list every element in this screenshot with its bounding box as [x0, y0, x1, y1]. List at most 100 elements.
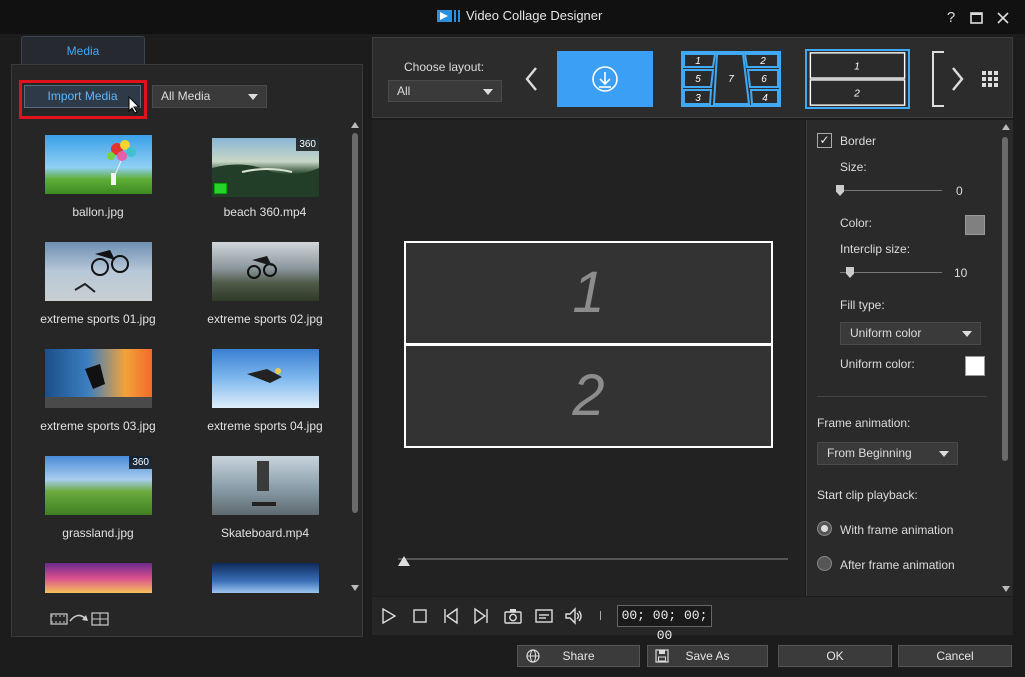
media-label-extreme-01: extreme sports 01.jpg [40, 312, 156, 326]
media-thumb-extreme-02[interactable] [212, 242, 319, 301]
next-frame-icon[interactable] [472, 607, 490, 625]
timeline-track[interactable] [398, 558, 788, 560]
media-thumb-extreme-04[interactable] [212, 349, 319, 408]
start-clip-playback-label: Start clip playback: [817, 488, 918, 502]
snapshot-camera-icon[interactable] [504, 607, 522, 625]
title-wrap: Video Collage Designer [437, 8, 602, 23]
layout-two-number: 2 [853, 89, 860, 100]
uniform-color-swatch[interactable] [965, 356, 985, 376]
collage-cell-2[interactable]: 2 [406, 346, 771, 446]
frame-animation-label: Frame animation: [817, 416, 911, 430]
chevron-down-icon [939, 451, 949, 457]
border-label: Border [840, 134, 877, 148]
interclip-size-label: Interclip size: [840, 242, 911, 256]
share-button[interactable]: Share [517, 645, 640, 667]
settings-divider [817, 396, 987, 397]
interclip-slider-track[interactable] [840, 272, 942, 273]
grid-number: 7 [728, 74, 734, 85]
settings-scroll-up-icon[interactable] [1002, 124, 1010, 130]
maximize-icon[interactable] [968, 9, 986, 27]
balloons-image [107, 140, 136, 185]
app-logo-icon [437, 9, 460, 22]
media-label-skateboard: Skateboard.mp4 [220, 526, 310, 540]
layout-two-row-option[interactable]: 1 2 [805, 49, 910, 109]
scroll-up-icon[interactable] [351, 122, 359, 128]
grid-number: 6 [761, 74, 767, 85]
media-label-extreme-03: extreme sports 03.jpg [40, 419, 156, 433]
window-title: Video Collage Designer [466, 8, 603, 23]
subtitle-icon[interactable] [535, 607, 553, 625]
volume-icon[interactable] [565, 607, 583, 625]
radio-with-frame-animation[interactable] [817, 521, 832, 536]
frame-animation-select[interactable]: From Beginning [817, 442, 958, 465]
close-icon[interactable] [994, 9, 1012, 27]
cancel-button[interactable]: Cancel [898, 645, 1012, 667]
interclip-size-value: 10 [954, 266, 968, 280]
bmx-image [74, 250, 129, 293]
media-thumb-grassland[interactable]: 360 [45, 456, 152, 515]
radio-after-frame-animation[interactable] [817, 556, 832, 571]
download-icon [592, 66, 618, 92]
save-disk-icon [655, 649, 669, 663]
color-label: Color: [840, 216, 873, 230]
save-as-button[interactable]: Save As [647, 645, 768, 667]
border-checkbox[interactable]: ✓ [817, 133, 832, 148]
grid-number: 1 [695, 56, 701, 67]
chevron-down-icon [248, 94, 258, 100]
media-thumb-partial-2[interactable] [212, 563, 319, 593]
playhead-icon[interactable] [398, 556, 410, 566]
help-button[interactable]: ? [942, 9, 960, 27]
media-filter-value: All Media [161, 89, 211, 103]
settings-scrollbar-thumb[interactable] [1002, 137, 1008, 461]
timecode-display: 00; 00; 00; 00 [617, 605, 712, 643]
layout-download-button[interactable] [557, 51, 653, 107]
volume-divider [600, 611, 601, 620]
radio-after-frame-animation-label: After frame animation [840, 558, 955, 572]
scroll-down-icon[interactable] [351, 585, 359, 591]
media-thumb-extreme-03[interactable] [45, 349, 152, 408]
badge-360: 360 [129, 456, 152, 469]
layout-seven-cell-option[interactable]: 1 2 5 7 6 3 4 [681, 51, 781, 107]
radio-with-frame-animation-label: With frame animation [840, 523, 954, 537]
uniform-color-label: Uniform color: [840, 357, 915, 371]
layout-next-icon[interactable] [949, 66, 965, 92]
skateboard-image [252, 461, 276, 506]
play-icon[interactable] [380, 607, 398, 625]
storyboard-to-collage-icon[interactable] [50, 609, 112, 627]
video-tag-icon [214, 183, 227, 194]
media-thumb-extreme-01[interactable] [45, 242, 152, 301]
media-thumb-partial-1[interactable] [45, 563, 152, 593]
media-thumb-ballon[interactable] [45, 135, 152, 194]
tab-media[interactable]: Media [21, 36, 145, 65]
previous-frame-icon[interactable] [442, 607, 460, 625]
settings-scroll-down-icon[interactable] [1002, 586, 1010, 592]
mouse-cursor-icon [128, 96, 140, 114]
media-label-beach: beach 360.mp4 [223, 205, 307, 219]
border-color-swatch[interactable] [965, 215, 985, 235]
size-value: 0 [956, 184, 963, 198]
size-slider-track[interactable] [840, 190, 942, 191]
grid-number: 3 [695, 93, 701, 104]
media-label-ballon: ballon.jpg [72, 205, 124, 219]
media-filter-select[interactable]: All Media [152, 85, 267, 108]
media-scrollbar-thumb[interactable] [352, 133, 358, 513]
skydiver-image [247, 368, 282, 383]
share-label: Share [562, 649, 595, 663]
fill-type-value: Uniform color [850, 326, 922, 340]
media-thumb-beach[interactable]: 360 [212, 138, 319, 197]
layout-prev-icon[interactable] [524, 66, 540, 92]
size-label: Size: [840, 160, 867, 174]
layout-filter-select[interactable]: All [388, 80, 502, 102]
collage-cell-1[interactable]: 1 [406, 243, 771, 343]
stop-icon[interactable] [411, 607, 429, 625]
layout-partial-option[interactable] [932, 51, 944, 107]
fill-type-label: Fill type: [840, 298, 885, 312]
grid-view-icon[interactable] [982, 71, 998, 87]
share-globe-icon [526, 649, 540, 663]
title-bar: Video Collage Designer ? [0, 0, 1025, 34]
ok-button[interactable]: OK [778, 645, 892, 667]
motocross-image [247, 256, 277, 279]
grid-number: 5 [695, 74, 701, 85]
fill-type-select[interactable]: Uniform color [840, 322, 981, 345]
media-thumb-skateboard[interactable] [212, 456, 319, 515]
